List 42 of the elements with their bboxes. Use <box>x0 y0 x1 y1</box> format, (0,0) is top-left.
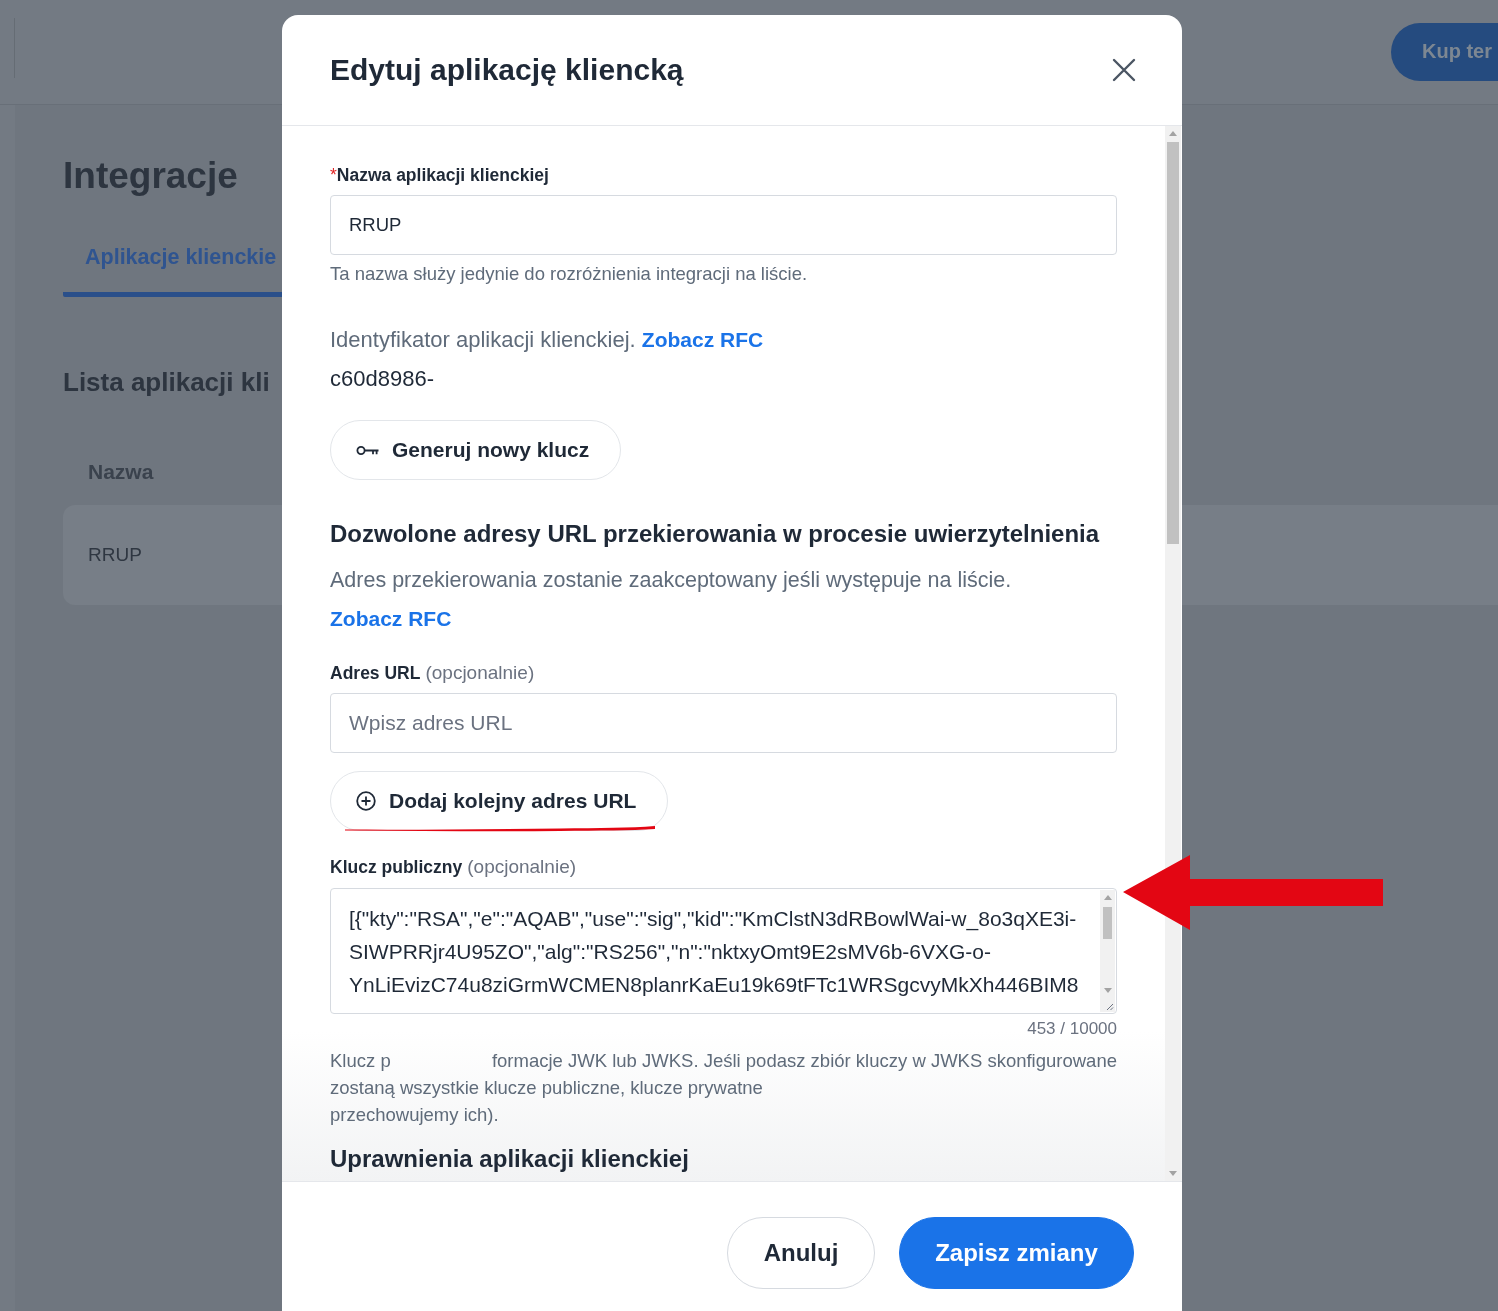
optional-note: (opcjonalnie) <box>467 856 577 878</box>
add-url-button[interactable]: Dodaj kolejny adres URL <box>330 771 669 831</box>
url-input[interactable]: Wpisz adres URL <box>330 693 1117 753</box>
dialog-title: Edytuj aplikację kliencką <box>330 53 684 87</box>
client-id-description: Identyfikator aplikacji klienckiej. Zobacz RFC <box>330 326 764 354</box>
generate-key-button[interactable]: Generuj nowy klucz <box>330 420 622 480</box>
field-label: Adres URL <box>330 662 421 684</box>
public-key-textarea[interactable]: [{"kty":"RSA","e":"AQAB","use":"sig","kid":"KmClstN3dRBowlWai-w_8o3qXE3i- SIWPRRjr4U95ZO","alg":"RS256","n":"nktxyOmt9E2sMV6b-6VXG-o- YnLiEvizC74u8ziGrmWCMEN8planrKaEu19k69tFTc1WRSgcvyMkXh446BIM8 <box>330 888 1117 1014</box>
scrollbar[interactable] <box>1100 890 1115 1012</box>
key-icon <box>356 444 379 456</box>
required-mark: * <box>330 165 337 185</box>
character-counter: 453 / 10000 <box>1027 1019 1117 1039</box>
help-text: zostaną wszystkie klucze publiczne, klucze prywatne <box>330 1076 763 1100</box>
scroll-up-icon[interactable] <box>1104 895 1112 900</box>
page-title: Integracje <box>63 154 238 198</box>
table-cell: RRUP <box>88 544 142 566</box>
help-text: Klucz p <box>330 1049 391 1073</box>
scroll-up-icon[interactable] <box>1169 131 1177 136</box>
help-text: formacje JWK lub JWKS. Jeśli podasz zbiór kluczy w JWKS skonfigurowane <box>491 1049 1117 1073</box>
cancel-button[interactable]: Anuluj <box>727 1217 875 1289</box>
rfc-link[interactable]: Zobacz RFC <box>641 328 764 351</box>
section-heading: Dozwolone adresy URL przekierowania w procesie uwierzytelnienia <box>330 519 1100 549</box>
client-id-value: c60d8986- <box>330 365 434 393</box>
optional-note: (opcjonalnie) <box>425 662 535 684</box>
field-label: Klucz publiczny <box>330 856 463 878</box>
scroll-down-icon[interactable] <box>1169 1171 1177 1176</box>
field-label: Nazwa aplikacji klienckiej <box>336 165 549 185</box>
field-hint: Ta nazwa służy jedynie do rozróżnienia integracji na liście. <box>330 263 808 285</box>
plus-circle-icon <box>356 791 376 811</box>
section-heading: Uprawnienia aplikacji klienckiej <box>330 1144 689 1174</box>
save-button[interactable]: Zapisz zmiany <box>899 1217 1134 1289</box>
scroll-down-icon[interactable] <box>1104 988 1112 993</box>
scrollbar[interactable] <box>1165 126 1181 1181</box>
rfc-link[interactable]: Zobacz RFC <box>330 605 452 633</box>
section-title: Lista aplikacji kli <box>63 366 270 399</box>
name-input[interactable]: RRUP <box>330 195 1117 255</box>
close-button[interactable] <box>1112 58 1136 82</box>
help-text: przechowujemy ich). <box>330 1103 499 1127</box>
section-description: Adres przekierowania zostanie zaakceptowany jeśli występuje na liście. <box>330 567 1012 594</box>
resize-grip-icon[interactable] <box>1104 1001 1114 1011</box>
scrollbar-thumb[interactable] <box>1167 142 1179 544</box>
scrollbar-thumb[interactable] <box>1103 907 1112 939</box>
